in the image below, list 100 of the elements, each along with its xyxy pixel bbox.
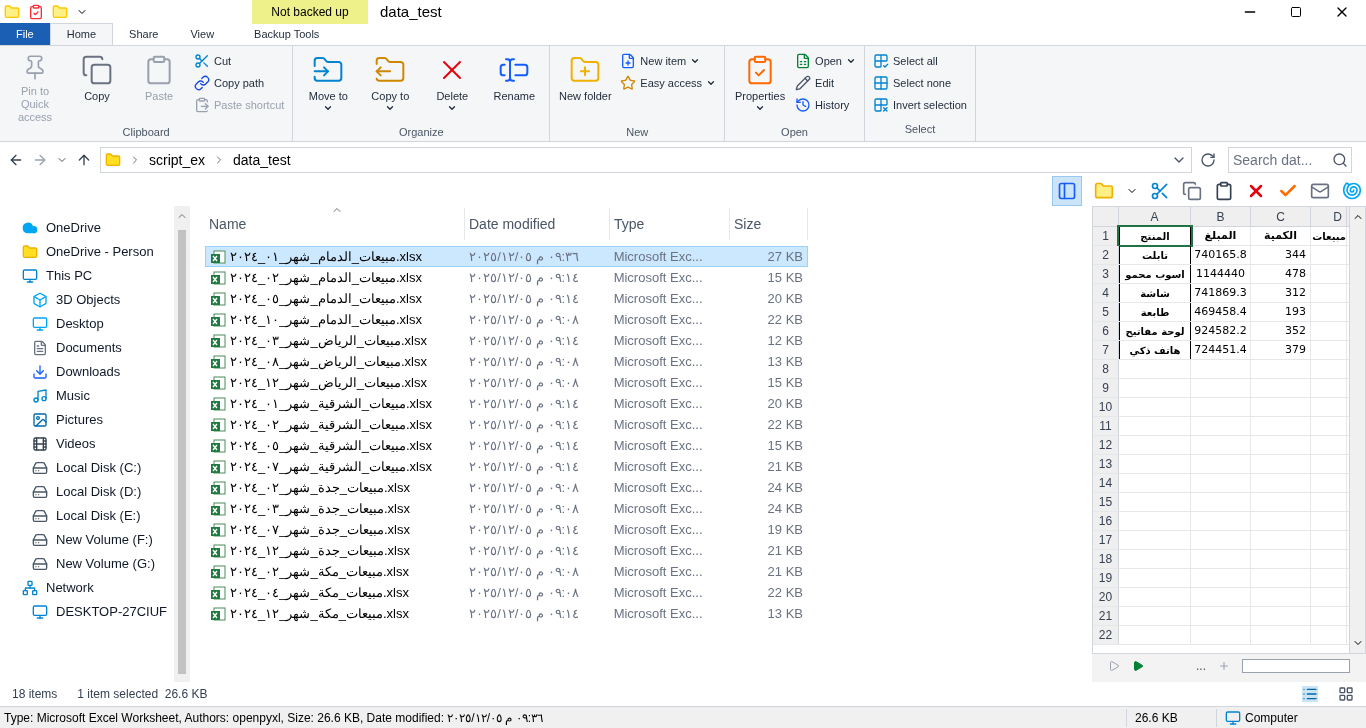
navigation-item[interactable]: DESKTOP-27CIUF — [0, 600, 174, 624]
drive-icon — [32, 484, 48, 500]
file-type: Microsoft Exc... — [612, 331, 704, 350]
navigation-item[interactable]: Desktop — [0, 312, 174, 336]
file-name: مبيعات_جدة_شهر_٠٧_٢٠٢٤.xlsx — [230, 520, 410, 540]
navigation-item[interactable]: Local Disk (C:) — [0, 456, 174, 480]
computer-icon — [32, 604, 48, 620]
cube-icon — [32, 292, 48, 308]
navigation-item[interactable]: Network — [0, 576, 174, 600]
ribbon-button[interactable]: Copy — [66, 50, 128, 124]
navigation-item[interactable]: Local Disk (D:) — [0, 480, 174, 504]
ribbon-button[interactable]: New item — [616, 50, 721, 72]
ribbon-button[interactable]: Edit — [791, 72, 860, 94]
file-size: 22 KB — [766, 310, 804, 329]
column-header[interactable]: Type — [610, 208, 730, 240]
forward-icon[interactable] — [32, 152, 48, 168]
scrollbar[interactable] — [1349, 207, 1365, 653]
spreadsheet-icon — [210, 332, 226, 349]
up-icon[interactable] — [76, 152, 92, 168]
search-field[interactable]: Search dat... — [1228, 147, 1352, 173]
sheet-cell-text: تابلت — [1142, 248, 1168, 263]
file-type: Microsoft Exc... — [612, 415, 704, 434]
scissors-icon — [194, 53, 210, 69]
caret-icon — [690, 56, 701, 66]
spreadsheet-icon — [210, 542, 226, 559]
navigation-item[interactable]: Music — [0, 384, 174, 408]
details-view-icon[interactable] — [1302, 686, 1318, 702]
ribbon-button[interactable]: Copy path — [190, 72, 289, 94]
file-type: Microsoft Exc... — [612, 289, 704, 308]
row-number: 3 — [1093, 265, 1119, 283]
file-name: مبيعات_الرياض_شهر_٠٣_٢٠٢٤.xlsx — [230, 331, 427, 351]
file-type: Microsoft Exc... — [612, 394, 704, 413]
horizontal-scrollbar[interactable] — [1242, 659, 1350, 673]
column-header[interactable]: Name — [205, 208, 465, 240]
ribbon-button[interactable]: Properties — [729, 50, 792, 124]
navigation-item[interactable]: Downloads — [0, 360, 174, 384]
navigation-item[interactable]: OneDrive - Person — [0, 240, 174, 264]
file-type: Microsoft Exc... — [612, 583, 704, 602]
mail-icon[interactable] — [1310, 181, 1330, 201]
ribbon-tab[interactable]: Share — [113, 23, 175, 45]
ribbon-tab[interactable]: Backup Tools — [238, 23, 336, 45]
ribbon-button[interactable]: Rename — [483, 50, 546, 124]
spreadsheet-icon — [210, 395, 226, 412]
group-label: Open — [781, 125, 808, 140]
clipboard-icon[interactable] — [1214, 181, 1234, 201]
path-segment[interactable]: script_ex — [149, 149, 206, 171]
file-size: 22 KB — [766, 583, 804, 602]
spreadsheet-icon — [210, 248, 226, 265]
copy-icon[interactable] — [1182, 181, 1202, 201]
refresh-icon[interactable] — [1200, 152, 1216, 168]
ribbon-button[interactable]: Select none — [869, 72, 971, 94]
ribbon-button[interactable]: Copy to — [359, 50, 422, 124]
tiles-view-icon[interactable] — [1338, 686, 1354, 702]
ribbon-button[interactable]: Invert selection — [869, 94, 971, 116]
navigation-item[interactable]: 3D Objects — [0, 288, 174, 312]
sheet-nav-icon[interactable] — [1108, 660, 1120, 672]
ribbon-button[interactable]: Open — [791, 50, 860, 72]
preview-pane-toggle[interactable] — [1052, 176, 1082, 206]
file-type: Microsoft Exc... — [612, 478, 704, 497]
navigation-item[interactable]: Documents — [0, 336, 174, 360]
scrollbar[interactable] — [174, 206, 190, 682]
navigation-item[interactable]: New Volume (G:) — [0, 552, 174, 576]
address-bar[interactable]: script_ex data_test — [100, 147, 1192, 173]
navigation-item[interactable]: Videos — [0, 432, 174, 456]
back-icon[interactable] — [8, 152, 24, 168]
sheet-overflow[interactable]: ... — [1196, 657, 1206, 675]
sheet-nav-icon[interactable] — [1132, 660, 1144, 672]
ribbon-button[interactable]: History — [791, 94, 860, 116]
file-date: ٠٩:١٤ م ٢٠٢٥/١٢/٠٥ — [468, 604, 581, 624]
file-name: مبيعات_مكة_شهر_٠٤_٢٠٢٤.xlsx — [230, 583, 409, 603]
navigation-item[interactable]: OneDrive — [0, 216, 174, 240]
navigation-item[interactable]: This PC — [0, 264, 174, 288]
ribbon-button[interactable]: Delete — [421, 50, 484, 124]
column-header: A — [1119, 207, 1191, 226]
sheet-cell-text: مبيعات — [1312, 229, 1346, 244]
file-size: 24 KB — [766, 478, 804, 497]
file-date: ٠٩:٣٦ م ٢٠٢٥/١٢/٠٥ — [468, 247, 581, 267]
ribbon-tab[interactable]: View — [174, 23, 231, 45]
navigation-item[interactable]: Local Disk (E:) — [0, 504, 174, 528]
ribbon-tab[interactable]: File — [0, 23, 50, 45]
ribbon-button[interactable]: Select all — [869, 50, 971, 72]
path-segment[interactable]: data_test — [233, 149, 291, 171]
column-header[interactable]: Size — [730, 208, 808, 240]
group-label: Organize — [399, 125, 444, 140]
cloud-icon — [22, 220, 38, 236]
navigation-item[interactable]: New Volume (F:) — [0, 528, 174, 552]
file-name: مبيعات_الشرقية_شهر_٠٢_٢٠٢٤.xlsx — [230, 415, 432, 435]
properties-icon[interactable] — [28, 4, 44, 20]
ribbon-button[interactable]: New folder — [554, 50, 617, 124]
navigation-item[interactable]: Pictures — [0, 408, 174, 432]
picture-icon — [32, 412, 48, 428]
column-header[interactable]: Date modified — [465, 208, 610, 240]
scissors-icon[interactable] — [1150, 181, 1170, 201]
maximize-icon[interactable] — [1290, 6, 1302, 18]
sheet-cell-text: 352 — [1285, 322, 1306, 339]
ribbon-button[interactable]: Easy access — [616, 72, 721, 94]
ribbon-button[interactable]: Cut — [190, 50, 289, 72]
ribbon-tab[interactable]: Home — [49, 23, 114, 45]
file-size: 19 KB — [766, 520, 804, 539]
ribbon-button[interactable]: Move to — [297, 50, 360, 124]
